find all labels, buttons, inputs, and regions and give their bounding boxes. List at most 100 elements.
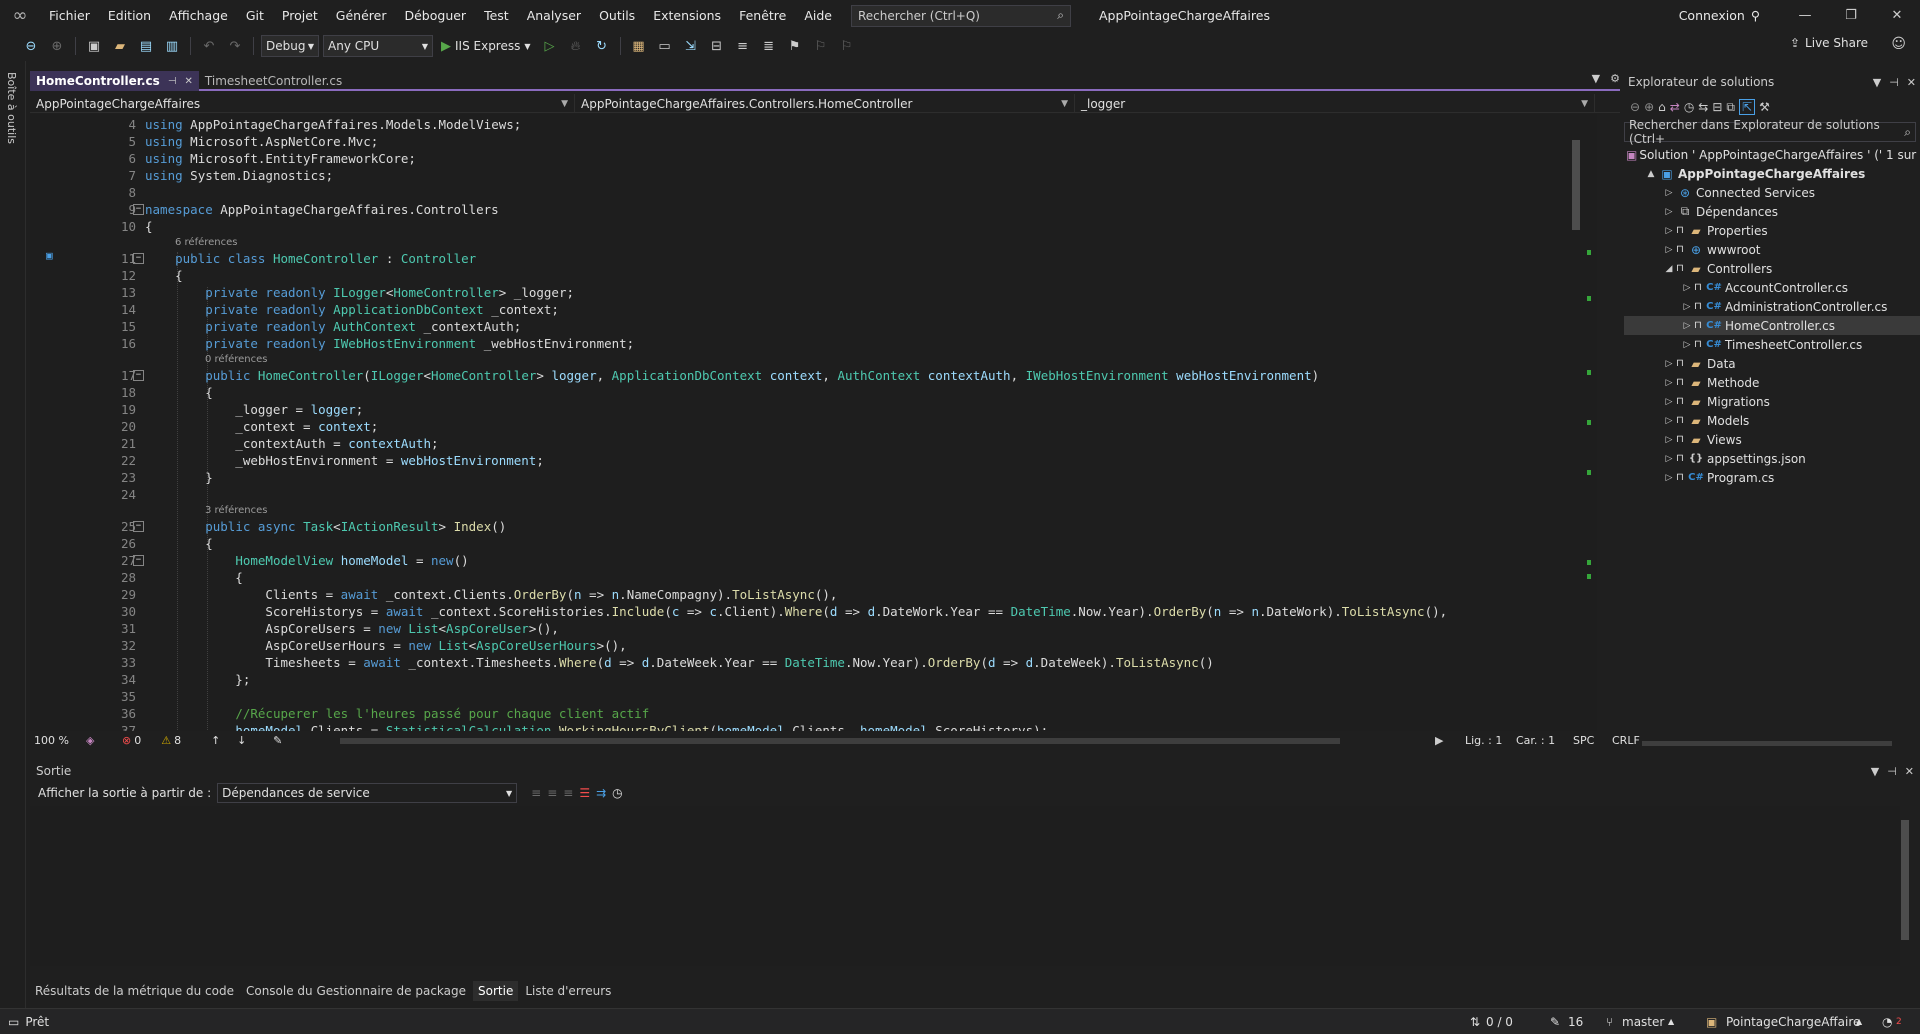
output-window-icon[interactable]: ▭: [0, 1015, 25, 1029]
new-project-icon[interactable]: ▣: [83, 35, 105, 57]
code-line[interactable]: 21 _contextAuth = contextAuth;: [30, 435, 1597, 452]
code-line[interactable]: 29 Clients = await _context.Clients.Orde…: [30, 586, 1597, 603]
navigate-forward-icon[interactable]: ⊕: [46, 35, 68, 57]
tree-item[interactable]: ▷ ⧉ Dépendances: [1624, 202, 1920, 221]
tree-item[interactable]: ▷ ⊓ ▰ Migrations: [1624, 392, 1920, 411]
code-line[interactable]: 16 private readonly IWebHostEnvironment …: [30, 335, 1597, 352]
code-line[interactable]: 23 }: [30, 469, 1597, 486]
switch-views-icon[interactable]: ⇄: [1670, 100, 1680, 114]
sync-icon[interactable]: ⇆: [1698, 100, 1708, 114]
bookmark-icon[interactable]: ⚑: [784, 35, 806, 57]
menu-item-fenêtre[interactable]: Fenêtre: [730, 0, 795, 31]
fold-toggle-icon[interactable]: −: [133, 555, 144, 566]
pending-changes-count[interactable]: 16: [1568, 1015, 1583, 1029]
type-dropdown[interactable]: AppPointageChargeAffaires.Controllers.Ho…: [575, 94, 1075, 113]
code-line[interactable]: 11− public class HomeController : Contro…: [30, 250, 1597, 267]
expand-toggle-icon[interactable]: ▷: [1662, 378, 1676, 388]
code-line[interactable]: 35: [30, 688, 1597, 705]
tree-item[interactable]: ▷ ⊓ C# HomeController.cs: [1624, 316, 1920, 335]
expand-toggle-icon[interactable]: ▲: [1644, 169, 1658, 179]
git-branch[interactable]: master: [1622, 1015, 1664, 1029]
next-message-icon[interactable]: ≡: [563, 786, 573, 800]
code-line[interactable]: 12 {: [30, 267, 1597, 284]
code-lens-references[interactable]: 6 références: [175, 235, 238, 250]
pin-icon[interactable]: ⊣: [1887, 765, 1897, 778]
code-line[interactable]: 24: [30, 486, 1597, 503]
tree-item[interactable]: ▷ ⊓ C# Program.cs: [1624, 468, 1920, 487]
step-icon[interactable]: ⇲: [680, 35, 702, 57]
pin-icon[interactable]: ⊣: [1889, 76, 1899, 89]
expand-toggle-icon[interactable]: ▷: [1662, 454, 1676, 464]
browse-folder-icon[interactable]: ▦: [628, 35, 650, 57]
bookmark-prev-icon[interactable]: ⚐: [810, 35, 832, 57]
code-line[interactable]: 25− public async Task<IActionResult> Ind…: [30, 518, 1597, 535]
tree-item[interactable]: ▷ ⊓ ▰ Models: [1624, 411, 1920, 430]
solution-horizontal-scrollbar[interactable]: [1628, 738, 1920, 748]
code-editor[interactable]: ▣ 4 using AppPointageChargeAffaires.Model…: [30, 114, 1597, 731]
close-window-button[interactable]: ✕: [1874, 0, 1920, 31]
scroll-right-icon[interactable]: ▶: [1435, 734, 1443, 747]
expand-toggle-icon[interactable]: ▷: [1680, 283, 1694, 293]
wrench-icon[interactable]: ⚒: [1759, 100, 1770, 114]
arrow-down-icon[interactable]: ↓: [237, 734, 273, 747]
output-vertical-scrollbar[interactable]: [1898, 806, 1912, 966]
tree-item[interactable]: ▷ ⊓ ▰ Views: [1624, 430, 1920, 449]
expand-toggle-icon[interactable]: ▷: [1662, 473, 1676, 483]
toolbox-tab[interactable]: Boîte à outils: [5, 72, 18, 144]
code-line[interactable]: 7 using System.Diagnostics;: [30, 167, 1597, 184]
open-folder-icon[interactable]: ▰: [109, 35, 131, 57]
fold-toggle-icon[interactable]: −: [133, 370, 144, 381]
zoom-level[interactable]: 100 %: [30, 734, 86, 747]
scroll-thumb[interactable]: [1642, 741, 1892, 746]
fold-toggle-icon[interactable]: −: [133, 204, 144, 215]
fold-toggle-icon[interactable]: −: [133, 253, 144, 264]
back-icon[interactable]: ⊖: [1630, 100, 1640, 114]
tree-item[interactable]: ▣ Solution ' AppPointageChargeAffaires ' …: [1624, 145, 1920, 164]
tree-item[interactable]: ▷ ⊓ C# AccountController.cs: [1624, 278, 1920, 297]
code-line[interactable]: 26 {: [30, 535, 1597, 552]
menu-item-déboguer[interactable]: Déboguer: [395, 0, 475, 31]
code-line[interactable]: 31 AspCoreUsers = new List<AspCoreUser>(…: [30, 620, 1597, 637]
expand-toggle-icon[interactable]: ▷: [1662, 435, 1676, 445]
expand-toggle-icon[interactable]: ▷: [1662, 245, 1676, 255]
clear-all-icon[interactable]: ☰: [579, 786, 590, 800]
tree-item[interactable]: ▷ ⊓ ⊕ wwwroot: [1624, 240, 1920, 259]
expand-toggle-icon[interactable]: ▷: [1680, 340, 1694, 350]
menu-item-extensions[interactable]: Extensions: [644, 0, 730, 31]
member-dropdown[interactable]: _logger ▼: [1075, 94, 1595, 113]
code-line[interactable]: 5 using Microsoft.AspNetCore.Mvc;: [30, 133, 1597, 150]
bottom-tab[interactable]: Console du Gestionnaire de package: [241, 981, 471, 1001]
menu-item-aide[interactable]: Aide: [795, 0, 841, 31]
chevron-down-icon[interactable]: ▼: [1873, 76, 1881, 89]
close-icon[interactable]: ✕: [1907, 76, 1916, 89]
expand-toggle-icon[interactable]: ▷: [1662, 359, 1676, 369]
scroll-thumb[interactable]: [1572, 140, 1580, 230]
hot-reload-icon[interactable]: 🔥︎: [565, 35, 587, 57]
refresh-icon[interactable]: ↻: [591, 35, 613, 57]
code-line[interactable]: 6 using Microsoft.EntityFrameworkCore;: [30, 150, 1597, 167]
editor-vertical-scrollbar[interactable]: [1569, 120, 1591, 720]
project-dropdown[interactable]: AppPointageChargeAffaires ▼: [30, 94, 575, 113]
expand-toggle-icon[interactable]: ▷: [1662, 397, 1676, 407]
restore-button[interactable]: ❐: [1828, 0, 1874, 31]
find-message-icon[interactable]: ≡: [531, 786, 541, 800]
fold-toggle-icon[interactable]: −: [133, 521, 144, 532]
output-source-select[interactable]: Dépendances de service ▼: [217, 783, 518, 803]
tree-item[interactable]: ▷ ⊓ ▰ Data: [1624, 354, 1920, 373]
sign-in-button[interactable]: Connexion ⚲: [1679, 0, 1760, 31]
tree-item[interactable]: ◢ ⊓ ▰ Controllers: [1624, 259, 1920, 278]
split-icon[interactable]: ⊟: [706, 35, 728, 57]
solution-search-input[interactable]: Rechercher dans Explorateur de solutions…: [1624, 118, 1916, 146]
expand-toggle-icon[interactable]: ▷: [1662, 188, 1676, 198]
code-line[interactable]: 14 private readonly ApplicationDbContext…: [30, 301, 1597, 318]
gear-icon[interactable]: ⚙: [1610, 72, 1620, 85]
whitespace-indicator[interactable]: SPC: [1573, 734, 1594, 747]
bottom-tab[interactable]: Sortie: [473, 981, 519, 1001]
brush-icon[interactable]: ✎: [273, 734, 313, 747]
menu-item-affichage[interactable]: Affichage: [160, 0, 237, 31]
expand-toggle-icon[interactable]: ▷: [1680, 302, 1694, 312]
start-debugging-button[interactable]: ▶ IIS Express ▼: [437, 39, 535, 54]
home-icon[interactable]: ⌂: [1658, 100, 1666, 114]
output-content[interactable]: [30, 806, 1900, 966]
bottom-tab[interactable]: Résultats de la métrique du code: [30, 981, 239, 1001]
